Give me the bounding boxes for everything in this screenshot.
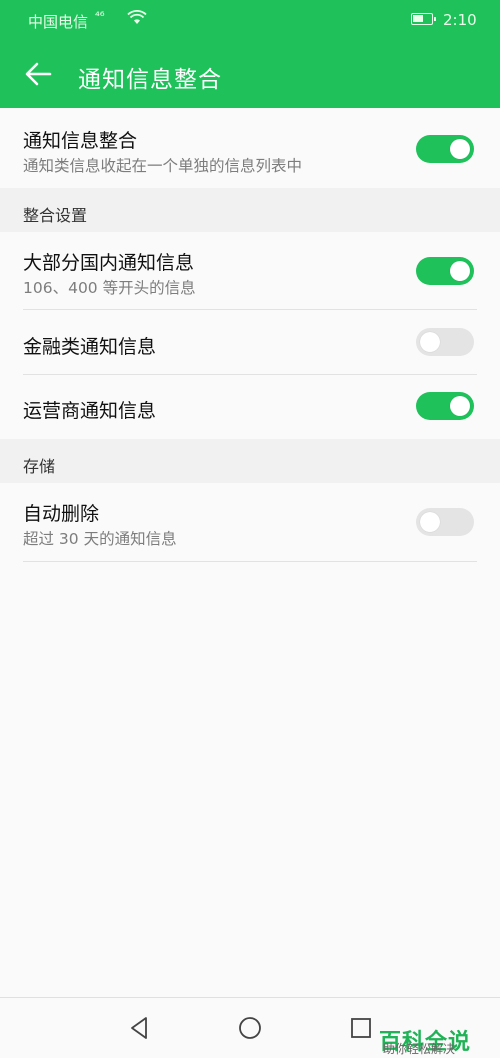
section-header-merge-settings: 整合设置 xyxy=(0,188,500,232)
domestic-notifications-toggle[interactable] xyxy=(416,257,474,285)
carrier-notifications-toggle[interactable] xyxy=(416,392,474,420)
setting-label: 通知信息整合 xyxy=(23,130,138,152)
section-title: 存储 xyxy=(23,457,56,476)
toggle-knob xyxy=(450,396,470,416)
page-title: 通知信息整合 xyxy=(78,67,222,93)
toggle-knob xyxy=(450,139,470,159)
setting-row-notification-merge[interactable]: 通知信息整合 通知类信息收起在一个单独的信息列表中 xyxy=(0,108,500,188)
finance-notifications-toggle[interactable] xyxy=(416,328,474,356)
arrow-left-icon[interactable] xyxy=(20,56,56,92)
setting-label: 大部分国内通知信息 xyxy=(23,252,195,274)
watermark-subtitle: 助你轻松解决 xyxy=(383,1042,456,1056)
setting-row-auto-delete[interactable]: 自动删除 超过 30 天的通知信息 xyxy=(0,483,500,562)
setting-row-finance-notifications[interactable]: 金融类通知信息 xyxy=(0,310,500,375)
toggle-knob xyxy=(420,332,440,352)
setting-row-domestic-notifications[interactable]: 大部分国内通知信息 106、400 等开头的信息 xyxy=(0,232,500,310)
auto-delete-toggle[interactable] xyxy=(416,508,474,536)
carrier-label: 中国电信 xyxy=(28,13,89,31)
square-recents-icon[interactable] xyxy=(347,1014,375,1042)
section-title: 整合设置 xyxy=(23,206,88,225)
setting-description: 通知类信息收起在一个单独的信息列表中 xyxy=(23,157,303,175)
setting-description: 超过 30 天的通知信息 xyxy=(23,530,177,548)
circle-home-icon[interactable] xyxy=(236,1014,264,1042)
setting-description: 106、400 等开头的信息 xyxy=(23,279,196,297)
status-bar: 中国电信 ⁴⁶ 2:10 xyxy=(0,0,500,40)
toggle-knob xyxy=(420,512,440,532)
setting-row-carrier-notifications[interactable]: 运营商通知信息 xyxy=(0,375,500,439)
setting-label: 运营商通知信息 xyxy=(23,400,157,422)
divider xyxy=(23,561,477,562)
toggle-knob xyxy=(450,261,470,281)
watermark-logo: 百科全说 助你轻松解决 xyxy=(373,1024,497,1057)
setting-label: 自动删除 xyxy=(23,503,100,525)
app-bar: 通知信息整合 xyxy=(0,40,500,108)
section-header-storage: 存储 xyxy=(0,439,500,483)
signal-icon: ⁴⁶ xyxy=(95,9,105,23)
notification-merge-toggle[interactable] xyxy=(416,135,474,163)
clock: 2:10 xyxy=(443,11,477,29)
triangle-back-icon[interactable] xyxy=(126,1014,154,1042)
setting-label: 金融类通知信息 xyxy=(23,336,157,358)
wifi-icon xyxy=(127,10,147,24)
battery-icon xyxy=(411,13,436,25)
